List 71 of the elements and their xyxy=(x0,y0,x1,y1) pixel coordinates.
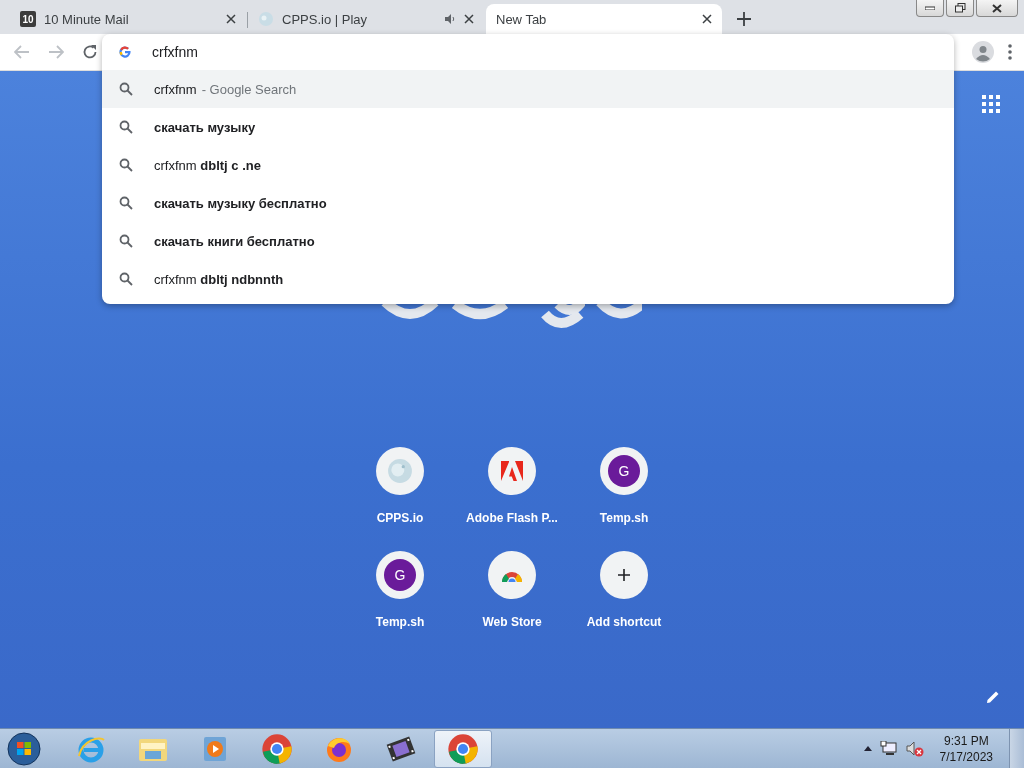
back-icon xyxy=(14,45,30,59)
close-icon[interactable] xyxy=(702,14,712,24)
add-icon xyxy=(617,568,631,582)
shortcut-tile[interactable] xyxy=(488,551,536,599)
suggestion-text: crfxfnm xyxy=(154,81,197,97)
reload-icon xyxy=(82,44,98,60)
chevron-up-icon[interactable] xyxy=(863,746,872,751)
suggestion-item[interactable]: скачать книги бесплатно xyxy=(102,222,954,260)
suggestion-text: crfxfnm dbltj ndbnnth xyxy=(154,271,284,287)
start-button[interactable] xyxy=(4,730,44,767)
browser-tab[interactable]: New Tab xyxy=(486,4,722,34)
search-icon xyxy=(119,82,133,96)
chrome-icon xyxy=(447,732,479,765)
windows-logo-icon xyxy=(7,731,41,766)
shortcut-label[interactable]: Temp.sh xyxy=(375,615,425,629)
shortcut-label[interactable]: Web Store xyxy=(482,615,542,629)
media-player-icon xyxy=(202,734,228,763)
suggestion-text: скачать книги бесплатно xyxy=(154,233,315,249)
close-icon[interactable] xyxy=(226,14,236,24)
restore-icon xyxy=(954,3,966,13)
speaker-icon[interactable] xyxy=(444,13,456,25)
shortcut-tile[interactable]: G xyxy=(600,447,648,495)
shortcut-tile[interactable] xyxy=(600,551,648,599)
suggestion-hint: - Google Search xyxy=(201,81,297,97)
shortcut-tile[interactable] xyxy=(376,447,424,495)
search-icon xyxy=(119,234,133,248)
site-favicon: 10 xyxy=(20,11,36,27)
letter-avatar: G xyxy=(384,559,416,591)
letter-avatar: G xyxy=(608,455,640,487)
google-g-icon xyxy=(118,45,132,59)
apps-icon[interactable] xyxy=(982,95,1000,113)
shortcut-label[interactable]: CPPS.io xyxy=(376,511,424,525)
suggestion-item[interactable]: crfxfnm - Google Search xyxy=(102,70,954,108)
search-icon xyxy=(119,120,133,134)
taskbar-app[interactable] xyxy=(434,729,492,768)
adobe-icon xyxy=(501,461,523,481)
suggestion-text: скачать музыку бесплатно xyxy=(154,195,327,211)
search-icon xyxy=(119,158,133,172)
globe-icon xyxy=(258,11,274,27)
restore-button[interactable] xyxy=(946,0,974,17)
minimize-icon xyxy=(925,6,935,10)
muted-speaker-icon[interactable] xyxy=(905,740,924,757)
plus-icon xyxy=(737,12,751,26)
suggestion-item[interactable]: скачать музыку xyxy=(102,108,954,146)
shortcut-label[interactable]: Add shortcut xyxy=(586,615,662,629)
suggestion-item[interactable]: crfxfnm dbltj c .ne xyxy=(102,146,954,184)
browser-tab[interactable]: CPPS.io | Play xyxy=(248,4,484,34)
network-icon[interactable] xyxy=(879,740,898,757)
forward-icon xyxy=(48,45,64,59)
menu-icon[interactable] xyxy=(1008,44,1012,60)
chrome-icon xyxy=(261,732,293,765)
profile-icon[interactable] xyxy=(972,41,994,63)
suggestion-item[interactable]: скачать музыку бесплатно xyxy=(102,184,954,222)
close-icon xyxy=(992,3,1002,13)
shortcut-tile[interactable] xyxy=(488,447,536,495)
clock-time[interactable]: 9:31 PM xyxy=(943,733,989,748)
close-window-button[interactable] xyxy=(976,0,1018,17)
browser-tab[interactable]: 10 10 Minute Mail xyxy=(10,4,246,34)
search-icon xyxy=(119,272,133,286)
suggestion-item[interactable]: crfxfnm dbltj ndbnnth xyxy=(102,260,954,298)
globe-icon xyxy=(387,458,413,484)
close-icon[interactable] xyxy=(464,14,474,24)
address-field[interactable]: crfxfnm xyxy=(152,44,752,60)
shortcut-tile[interactable]: G xyxy=(376,551,424,599)
pencil-icon[interactable] xyxy=(986,690,1000,704)
shortcut-label[interactable]: Temp.sh xyxy=(599,511,649,525)
suggestion-text: crfxfnm dbltj c .ne xyxy=(154,157,261,173)
shortcut-label[interactable]: Adobe Flash P... xyxy=(466,511,558,525)
clock-date[interactable]: 7/17/2023 xyxy=(939,749,993,764)
search-icon xyxy=(119,196,133,210)
suggestion-text: скачать музыку xyxy=(154,119,256,135)
